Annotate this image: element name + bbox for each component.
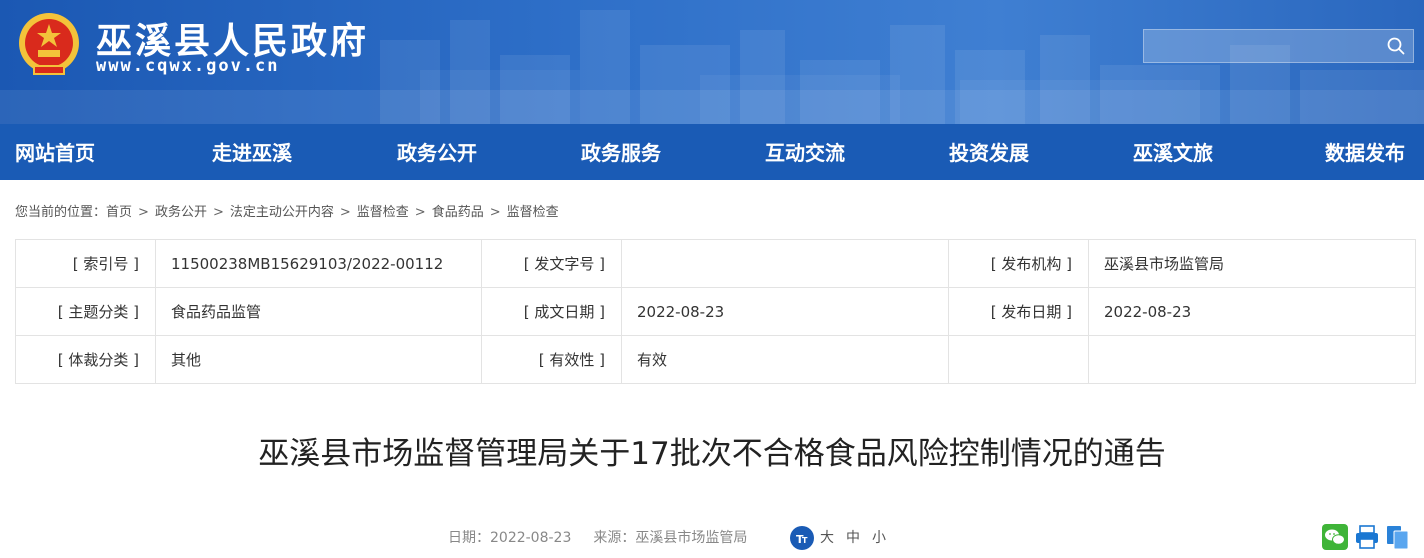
main-nav: 网站首页 走进巫溪 政务公开 政务服务 互动交流 投资发展 巫溪文旅 数据发布 bbox=[0, 124, 1424, 180]
written-date-label: [ 成文日期 ] bbox=[481, 287, 622, 336]
document-meta-table: [ 索引号 ] 11500238MB15629103/2022-00112 [ … bbox=[15, 239, 1416, 384]
index-value: 11500238MB15629103/2022-00112 bbox=[155, 239, 482, 288]
nav-item-tourism[interactable]: 巫溪文旅 bbox=[1133, 124, 1213, 180]
search-box bbox=[1143, 29, 1414, 63]
breadcrumb-link-home[interactable]: 首页 bbox=[106, 205, 132, 220]
nav-item-investment[interactable]: 投资发展 bbox=[949, 124, 1029, 180]
issuer-label: [ 发布机构 ] bbox=[948, 239, 1089, 288]
validity-value: 有效 bbox=[621, 335, 949, 384]
font-size-small[interactable]: 小 bbox=[872, 530, 886, 546]
nav-item-data[interactable]: 数据发布 bbox=[1325, 124, 1405, 180]
site-url: www.cqwx.gov.cn bbox=[96, 56, 280, 76]
font-size-icon: T T bbox=[790, 526, 814, 550]
table-row: [ 主题分类 ] 食品药品监管 [ 成文日期 ] 2022-08-23 [ 发布… bbox=[15, 287, 1416, 336]
doc-number-value bbox=[621, 239, 949, 288]
breadcrumb-prefix: 您当前的位置： bbox=[15, 205, 107, 220]
nav-item-gov-affairs[interactable]: 政务公开 bbox=[397, 124, 477, 180]
article-source: 来源：巫溪县市场监管局 bbox=[593, 530, 748, 546]
table-row: [ 体裁分类 ] 其他 [ 有效性 ] 有效 bbox=[15, 335, 1416, 384]
print-icon[interactable] bbox=[1354, 524, 1380, 550]
search-input[interactable] bbox=[1144, 30, 1374, 62]
copy-icon[interactable] bbox=[1385, 524, 1411, 550]
breadcrumb-separator: > bbox=[414, 205, 426, 220]
empty-cell bbox=[948, 335, 1089, 384]
national-emblem-icon bbox=[19, 13, 79, 75]
written-date-value: 2022-08-23 bbox=[621, 287, 949, 336]
breadcrumb-separator: > bbox=[138, 205, 149, 220]
article-date: 日期：2022-08-23 bbox=[448, 530, 572, 546]
breadcrumb-link-disclosure[interactable]: 法定主动公开内容 bbox=[230, 205, 334, 220]
article-title: 巫溪县市场监督管理局关于17批次不合格食品风险控制情况的通告 bbox=[258, 436, 1166, 472]
breadcrumb-link-gov-affairs[interactable]: 政务公开 bbox=[155, 205, 207, 220]
nav-item-interaction[interactable]: 互动交流 bbox=[765, 124, 845, 180]
table-row: [ 索引号 ] 11500238MB15629103/2022-00112 [ … bbox=[15, 239, 1416, 288]
breadcrumb: 您当前的位置：首页 > 政务公开 > 法定主动公开内容 > 监督检查 > 食品药品 > 监督检查 bbox=[15, 201, 559, 220]
font-size-options: 大中小 bbox=[820, 528, 898, 548]
validity-label: [ 有效性 ] bbox=[481, 335, 622, 384]
topic-label: [ 主题分类 ] bbox=[15, 287, 156, 336]
site-header: 巫溪县人民政府 www.cqwx.gov.cn bbox=[0, 0, 1424, 124]
genre-label: [ 体裁分类 ] bbox=[15, 335, 156, 384]
font-size-medium[interactable]: 中 bbox=[846, 530, 860, 546]
nav-item-home[interactable]: 网站首页 bbox=[15, 124, 95, 180]
svg-text:T: T bbox=[802, 536, 808, 545]
index-label: [ 索引号 ] bbox=[15, 239, 156, 288]
breadcrumb-link-current[interactable]: 监督检查 bbox=[507, 205, 559, 220]
search-icon[interactable] bbox=[1387, 37, 1405, 55]
breadcrumb-link-food-drug[interactable]: 食品药品 bbox=[432, 205, 484, 220]
publish-date-value: 2022-08-23 bbox=[1088, 287, 1416, 336]
publish-date-label: [ 发布日期 ] bbox=[948, 287, 1089, 336]
empty-cell bbox=[1088, 335, 1416, 384]
doc-number-label: [ 发文字号 ] bbox=[481, 239, 622, 288]
breadcrumb-link-supervision[interactable]: 监督检查 bbox=[357, 205, 409, 220]
breadcrumb-separator: > bbox=[489, 205, 501, 220]
wechat-icon[interactable] bbox=[1322, 524, 1348, 550]
breadcrumb-separator: > bbox=[339, 205, 351, 220]
nav-item-about[interactable]: 走进巫溪 bbox=[212, 124, 292, 180]
topic-value: 食品药品监管 bbox=[155, 287, 482, 336]
nav-item-services[interactable]: 政务服务 bbox=[581, 124, 661, 180]
article-info: 日期：2022-08-23 来源：巫溪县市场监管局 bbox=[448, 528, 747, 548]
breadcrumb-separator: > bbox=[212, 205, 224, 220]
issuer-value: 巫溪县市场监管局 bbox=[1088, 239, 1416, 288]
font-size-large[interactable]: 大 bbox=[820, 530, 834, 546]
genre-value: 其他 bbox=[155, 335, 482, 384]
